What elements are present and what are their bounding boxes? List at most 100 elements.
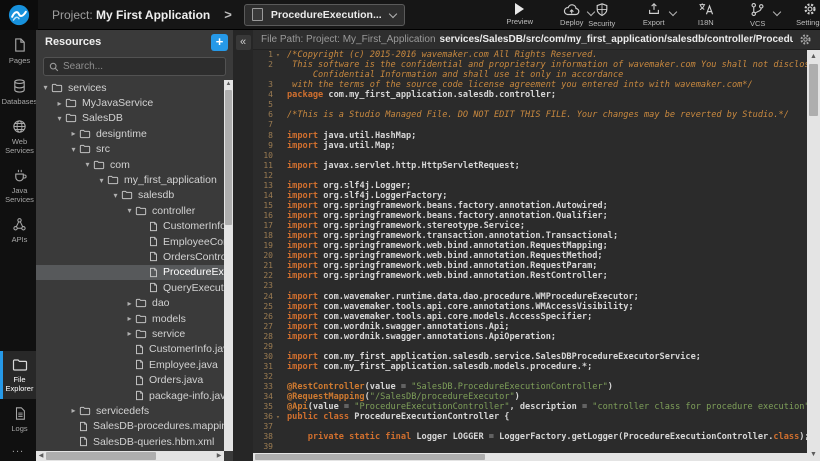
tree-item-employeecontroller-java[interactable]: EmployeeController.java bbox=[36, 234, 233, 249]
code-line[interactable]: 3 with the terms of the source code lice… bbox=[253, 80, 807, 90]
code-line[interactable]: 8import java.util.HashMap; bbox=[253, 131, 807, 141]
sidebar-item-file-explorer[interactable]: File Explorer bbox=[0, 351, 36, 399]
tree-item-salesdb-queries-hbm-xml[interactable]: SalesDB-queries.hbm.xml bbox=[36, 434, 233, 449]
fold-arrow-icon[interactable]: ▾ bbox=[273, 412, 283, 422]
scroll-down-icon[interactable]: ▼ bbox=[807, 451, 820, 458]
sidebar-item-apis[interactable]: APIs bbox=[0, 210, 36, 250]
tree-horizontal-scrollbar[interactable]: ◀ ▶ bbox=[36, 451, 224, 461]
code-line[interactable]: 23 bbox=[253, 281, 807, 291]
code-line[interactable]: 26import com.wavemaker.tools.api.core.mo… bbox=[253, 312, 807, 322]
open-file-dropdown[interactable]: ProcedureExecution... bbox=[244, 4, 405, 26]
code-line[interactable]: 29 bbox=[253, 342, 807, 352]
collapsed-arrow-icon[interactable]: ▸ bbox=[68, 129, 79, 138]
deploy-button[interactable]: Deploy bbox=[557, 2, 587, 27]
code-line[interactable]: 2 This software is the confidential and … bbox=[253, 60, 807, 70]
expanded-arrow-icon[interactable]: ▾ bbox=[96, 176, 107, 185]
tree-item-employee-java[interactable]: Employee.java bbox=[36, 357, 233, 372]
tree-item-com[interactable]: ▾com bbox=[36, 157, 233, 172]
code-line[interactable]: 30import com.my_first_application.salesd… bbox=[253, 352, 807, 362]
code-line[interactable]: 20import org.springframework.web.bind.an… bbox=[253, 251, 807, 261]
collapsed-arrow-icon[interactable]: ▸ bbox=[124, 329, 135, 338]
scroll-up-icon[interactable]: ▲ bbox=[807, 53, 820, 60]
code-line[interactable]: 25import com.wavemaker.tools.api.core.an… bbox=[253, 302, 807, 312]
vcs-button[interactable]: VCS bbox=[743, 2, 773, 28]
scroll-right-icon[interactable]: ▶ bbox=[215, 453, 223, 459]
code-line[interactable]: 35@Api(value = "ProcedureExecutionContro… bbox=[253, 402, 807, 412]
collapse-panel-button[interactable]: « bbox=[236, 35, 251, 50]
code-line[interactable]: 13import org.slf4j.Logger; bbox=[253, 181, 807, 191]
sidebar-more-button[interactable]: ... bbox=[0, 439, 36, 461]
scrollbar-thumb[interactable] bbox=[46, 452, 156, 460]
code-line[interactable]: 21import org.springframework.web.bind.an… bbox=[253, 261, 807, 271]
tree-item-dao[interactable]: ▸dao bbox=[36, 295, 233, 310]
expanded-arrow-icon[interactable]: ▾ bbox=[54, 114, 65, 123]
tree-item-designtime[interactable]: ▸designtime bbox=[36, 126, 233, 141]
tree-vertical-scrollbar[interactable]: ▲ bbox=[224, 80, 233, 451]
fold-arrow-icon[interactable]: ▾ bbox=[273, 50, 283, 60]
sidebar-item-web-services[interactable]: Web Services bbox=[0, 112, 36, 161]
code-line[interactable]: 22import org.springframework.web.bind.an… bbox=[253, 271, 807, 281]
code-line[interactable]: 18import org.springframework.transaction… bbox=[253, 231, 807, 241]
code-line[interactable]: 4package com.my_first_application.salesd… bbox=[253, 90, 807, 100]
code-line[interactable]: 15import org.springframework.beans.facto… bbox=[253, 201, 807, 211]
code-line[interactable]: 5 bbox=[253, 100, 807, 110]
tree-item-customerinfocontroller-java[interactable]: CustomerInfoController.java bbox=[36, 219, 233, 234]
expanded-arrow-icon[interactable]: ▾ bbox=[68, 145, 79, 154]
tree-item-salesdb-procedures-mappings-json[interactable]: SalesDB-procedures.mappings.json bbox=[36, 419, 233, 434]
collapsed-arrow-icon[interactable]: ▸ bbox=[54, 99, 65, 108]
expanded-arrow-icon[interactable]: ▾ bbox=[110, 191, 121, 200]
collapsed-arrow-icon[interactable]: ▸ bbox=[124, 299, 135, 308]
tree-item-src[interactable]: ▾src bbox=[36, 142, 233, 157]
code-line[interactable]: 7 bbox=[253, 120, 807, 130]
tree-item-procedureexecutioncontroller-java[interactable]: ProcedureExecutionController.java bbox=[36, 265, 233, 280]
code-line[interactable]: 9import java.util.Map; bbox=[253, 141, 807, 151]
editor-horizontal-scrollbar[interactable] bbox=[253, 453, 807, 461]
sidebar-item-logs[interactable]: Logs bbox=[0, 399, 36, 439]
expanded-arrow-icon[interactable]: ▾ bbox=[40, 83, 51, 92]
code-line[interactable]: Confidential Information and shall use i… bbox=[253, 70, 807, 80]
code-line[interactable]: 39 bbox=[253, 442, 807, 452]
collapsed-arrow-icon[interactable]: ▸ bbox=[68, 406, 79, 415]
collapsed-arrow-icon[interactable]: ▸ bbox=[124, 314, 135, 323]
tree-item-my-first-application[interactable]: ▾my_first_application bbox=[36, 172, 233, 187]
code-line[interactable]: 6/*This is a Studio Managed File. DO NOT… bbox=[253, 110, 807, 120]
add-resource-button[interactable]: + bbox=[211, 34, 228, 51]
tree-item-myjavaservice[interactable]: ▸MyJavaService bbox=[36, 95, 233, 110]
code-line[interactable]: 1▾/*Copyright (c) 2015-2016 wavemaker.co… bbox=[253, 50, 807, 60]
code-line[interactable]: 11import javax.servlet.http.HttpServletR… bbox=[253, 161, 807, 171]
tree-item-services[interactable]: ▾services bbox=[36, 80, 233, 95]
tree-item-queryexecutioncontroller-java[interactable]: QueryExecutionController.java bbox=[36, 280, 233, 295]
i18n-button[interactable]: I18N bbox=[691, 2, 721, 27]
code-line[interactable]: 33@RestController(value = "SalesDB.Proce… bbox=[253, 382, 807, 392]
expanded-arrow-icon[interactable]: ▾ bbox=[124, 206, 135, 215]
sidebar-item-java-services[interactable]: Java Services bbox=[0, 161, 36, 210]
tree-item-salesdb[interactable]: ▾SalesDB bbox=[36, 111, 233, 126]
tree-item-service[interactable]: ▸service bbox=[36, 326, 233, 341]
tree-item-customerinfo-java[interactable]: CustomerInfo.java bbox=[36, 342, 233, 357]
code-line[interactable]: 31import com.my_first_application.salesd… bbox=[253, 362, 807, 372]
editor-vertical-scrollbar[interactable]: ▲ ▼ bbox=[807, 50, 820, 461]
sidebar-item-databases[interactable]: Databases bbox=[0, 71, 36, 112]
code-line[interactable]: 27import com.wordnik.swagger.annotations… bbox=[253, 322, 807, 332]
preview-button[interactable]: Preview bbox=[505, 3, 535, 26]
gear-icon[interactable] bbox=[799, 33, 812, 46]
search-input[interactable] bbox=[63, 61, 220, 72]
code-line[interactable]: 28import com.wordnik.swagger.annotations… bbox=[253, 332, 807, 342]
wavemaker-logo[interactable] bbox=[0, 0, 38, 30]
scroll-left-icon[interactable]: ◀ bbox=[37, 453, 45, 459]
scrollbar-thumb[interactable] bbox=[255, 454, 485, 460]
scroll-up-icon[interactable]: ▲ bbox=[224, 81, 233, 87]
tree-item-package-info-java[interactable]: package-info.java bbox=[36, 388, 233, 403]
scrollbar-thumb[interactable] bbox=[809, 64, 818, 116]
expanded-arrow-icon[interactable]: ▾ bbox=[82, 160, 93, 169]
code-line[interactable]: 17import org.springframework.stereotype.… bbox=[253, 221, 807, 231]
code-line[interactable]: 32 bbox=[253, 372, 807, 382]
code-line[interactable]: 24import com.wavemaker.runtime.data.dao.… bbox=[253, 292, 807, 302]
tree-item-controller[interactable]: ▾controller bbox=[36, 203, 233, 218]
tree-item-models[interactable]: ▸models bbox=[36, 311, 233, 326]
code-line[interactable]: 37 bbox=[253, 422, 807, 432]
security-button[interactable]: Security bbox=[587, 2, 617, 28]
code-lines[interactable]: 1▾/*Copyright (c) 2015-2016 wavemaker.co… bbox=[253, 50, 807, 453]
code-line[interactable]: 16import org.springframework.beans.facto… bbox=[253, 211, 807, 221]
scrollbar-thumb[interactable] bbox=[225, 90, 232, 225]
